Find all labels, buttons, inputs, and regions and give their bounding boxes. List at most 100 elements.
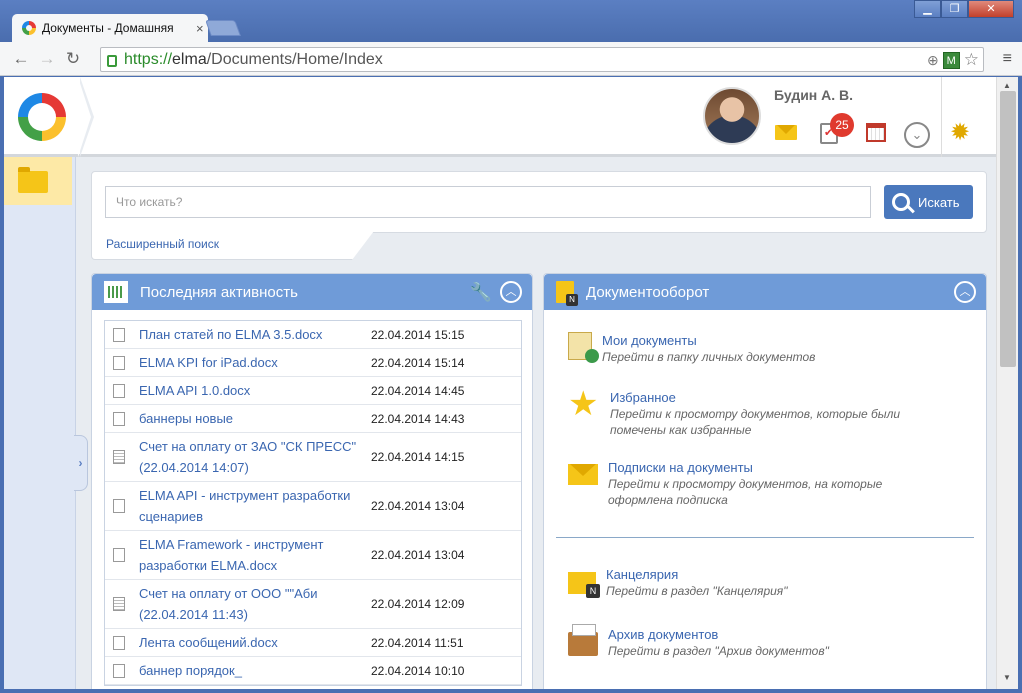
forward-icon[interactable]: → [34,49,60,69]
header-divider [941,77,942,157]
browser-titlebar: Документы - Домашняя × ▁ ❐ ✕ [0,0,1022,42]
zoom-icon[interactable]: ⊕ [927,52,939,69]
lock-icon [107,54,117,67]
elma-app: Будин А. В. 25 ⌄ ✹ › Что искать? Искать … [4,77,1018,689]
star-icon: ★ [568,385,599,423]
activity-date: 22.04.2014 15:14 [371,355,465,370]
docflow-item-chancellery[interactable]: Канцелярия Перейти в раздел "Канцелярия" [568,566,936,599]
vertical-scrollbar[interactable]: ▲ ▼ [996,77,1018,689]
list-item[interactable]: баннер порядок_ 22.04.2014 10:10 [105,657,521,685]
maximize-button[interactable]: ❐ [941,0,968,18]
docflow-item-archive[interactable]: Архив документов Перейти в раздел "Архив… [568,624,938,659]
extension-icon[interactable]: M [942,51,960,69]
bookmark-star-icon[interactable]: ☆ [964,50,979,70]
advanced-search-link[interactable]: Расширенный поиск [106,237,219,251]
calendar-icon[interactable] [866,123,886,142]
list-item[interactable]: Счет на оплату от ЗАО "СК ПРЕСС" (22.04.… [105,433,521,482]
elma-logo[interactable] [4,77,84,157]
docflow-item-desc: Перейти в папку личных документов [602,350,816,364]
document-icon [113,635,125,650]
document-link[interactable]: баннеры новые [139,408,371,429]
docflow-item-desc: Перейти к просмотру документов, которые … [610,407,901,437]
chancellery-folder-icon [568,572,600,598]
chevron-down-icon[interactable]: ⌄ [904,122,930,148]
browser-menu-icon[interactable]: ≡ [1003,50,1012,68]
docflow-icon [556,281,578,306]
search-button[interactable]: Искать [884,185,973,219]
sidebar-expand-toggle[interactable]: › [74,435,88,491]
docflow-item-title[interactable]: Архив документов [608,626,938,643]
tab-close-icon[interactable]: × [196,21,204,36]
activity-date: 22.04.2014 14:45 [371,383,465,398]
search-button-label: Искать [918,194,960,210]
gear-icon[interactable]: ✹ [950,121,970,145]
document-link[interactable]: ELMA Framework - инструмент разработки E… [139,534,371,576]
search-icon [892,193,910,211]
document-icon [113,411,125,426]
docflow-item-title[interactable]: Избранное [610,389,940,406]
document-link[interactable]: Лента сообщений.docx [139,632,371,653]
activity-date: 22.04.2014 12:09 [371,597,465,611]
app-header: Будин А. В. 25 ⌄ ✹ [4,77,996,157]
invoice-document-icon [113,450,125,464]
collapse-icon[interactable]: ︿ [954,281,976,303]
document-icon [113,499,125,513]
user-avatar[interactable] [703,87,761,145]
scroll-down-arrow-icon[interactable]: ▼ [1003,673,1011,682]
list-item[interactable]: Счет на оплату от ООО ""Аби (22.04.2014 … [105,580,521,629]
recent-activity-portlet: Последняя активность 🔧 ︿ План статей по … [91,273,533,689]
list-item[interactable]: ELMA KPI for iPad.docx 22.04.2014 15:14 [105,349,521,377]
activity-date: 22.04.2014 10:10 [371,663,465,678]
elma-favicon-icon [22,21,36,35]
list-item[interactable]: ELMA API 1.0.docx 22.04.2014 14:45 [105,377,521,405]
document-link[interactable]: баннер порядок_ [139,660,371,681]
activity-chart-icon [104,281,128,303]
docflow-item-title[interactable]: Канцелярия [606,566,936,583]
scroll-up-arrow-icon[interactable]: ▲ [1003,81,1011,90]
docflow-item-desc: Перейти в раздел "Архив документов" [608,644,829,658]
document-link[interactable]: ELMA API - инструмент разработки сценари… [139,485,371,527]
url-path: /Documents/Home/Index [206,50,383,68]
document-link[interactable]: Счет на оплату от ООО ""Аби (22.04.2014 … [139,583,371,625]
docflow-item-favorites[interactable]: ★ Избранное Перейти к просмотру документ… [568,385,940,438]
activity-date: 22.04.2014 15:15 [371,327,465,342]
portlet-header: Документооборот ︿ [544,274,986,310]
scrollbar-thumb[interactable] [1000,91,1016,367]
logo-chevron-inner [78,77,91,157]
docflow-item-desc: Перейти в раздел "Канцелярия" [606,584,788,598]
messages-mail-icon[interactable] [775,125,797,140]
close-window-button[interactable]: ✕ [968,0,1014,18]
portlet-title: Документооборот [586,283,710,301]
sidebar-item-documents[interactable] [4,157,72,205]
docflow-item-subscriptions[interactable]: Подписки на документы Перейти к просмотр… [568,459,938,508]
document-icon [113,663,125,678]
address-bar[interactable]: https:// elma /Documents/Home/Index ⊕ M … [100,47,984,72]
collapse-icon[interactable]: ︿ [500,281,522,303]
document-link[interactable]: Счет на оплату от ЗАО "СК ПРЕСС" (22.04.… [139,436,371,478]
list-item[interactable]: ELMA API - инструмент разработки сценари… [105,482,521,531]
minimize-button[interactable]: ▁ [914,0,941,18]
document-link[interactable]: План статей по ELMA 3.5.docx [139,324,371,345]
reload-icon[interactable]: ↻ [60,49,86,69]
tab-title: Документы - Домашняя [42,21,174,35]
url-scheme: https:// [124,50,173,68]
document-link[interactable]: ELMA KPI for iPad.docx [139,352,371,373]
list-item[interactable]: План статей по ELMA 3.5.docx 22.04.2014 1… [105,321,521,349]
browser-tab[interactable]: Документы - Домашняя × [12,14,208,42]
back-icon[interactable]: ← [8,49,34,69]
docflow-item-title[interactable]: Подписки на документы [608,459,938,476]
list-item[interactable]: баннеры новые 22.04.2014 14:43 [105,405,521,433]
docflow-item-my-documents[interactable]: Мои документы Перейти в папку личных док… [568,332,932,365]
search-input[interactable]: Что искать? [105,186,871,218]
user-name[interactable]: Будин А. В. [774,87,853,103]
activity-date: 22.04.2014 14:43 [371,411,465,426]
list-item[interactable]: ELMA Framework - инструмент разработки E… [105,531,521,580]
omnibox-icons: ⊕ M ☆ [927,50,979,70]
new-tab-button[interactable] [205,20,241,36]
window-controls: ▁ ❐ ✕ [914,0,1014,18]
browser-toolbar: ← → ↻ https:// elma /Documents/Home/Inde… [0,42,1022,76]
list-item[interactable]: Лента сообщений.docx 22.04.2014 11:51 [105,629,521,657]
docflow-item-title[interactable]: Мои документы [602,332,932,349]
wrench-icon[interactable]: 🔧 [470,282,492,303]
document-link[interactable]: ELMA API 1.0.docx [139,380,371,401]
